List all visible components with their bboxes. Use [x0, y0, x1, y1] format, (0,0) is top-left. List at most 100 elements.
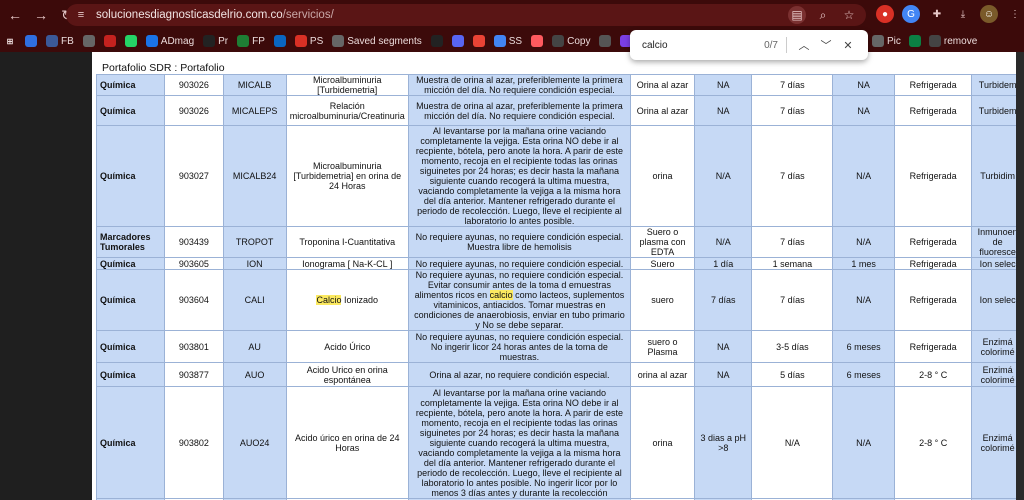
- bookmark-item[interactable]: remove: [928, 35, 977, 47]
- bookmark-favicon-icon: [332, 35, 345, 47]
- download-icon[interactable]: ⤓: [954, 5, 972, 23]
- page-action-icon[interactable]: ▤: [788, 6, 806, 24]
- table-cell: 903027: [164, 125, 224, 227]
- table-cell: Orina al azar, no requiere condición esp…: [407, 362, 632, 387]
- table-cell: Química: [95, 269, 166, 331]
- apps-grid-icon[interactable]: ⊞: [4, 35, 16, 47]
- back-icon[interactable]: ←: [4, 4, 26, 26]
- forward-icon[interactable]: →: [30, 4, 52, 26]
- bookmark-item[interactable]: PS: [294, 35, 324, 47]
- table-cell: 903802: [164, 386, 224, 499]
- bookmark-star-icon[interactable]: ☆: [840, 6, 858, 24]
- table-cell: 7 días: [751, 226, 834, 258]
- bookmark-item[interactable]: Copy: [552, 35, 590, 47]
- bookmark-label: FB: [61, 35, 74, 47]
- bookmark-item[interactable]: FB: [46, 35, 74, 47]
- bookmark-item[interactable]: [25, 35, 37, 47]
- table-cell: NA: [693, 362, 753, 387]
- bookmark-favicon-icon: [451, 35, 464, 47]
- bookmark-label: Saved segments: [347, 35, 422, 47]
- bookmark-favicon-icon: [294, 35, 307, 47]
- bookmark-item[interactable]: [908, 35, 921, 47]
- bookmark-label: Pic: [887, 35, 901, 47]
- bookmark-label: ADmag: [160, 35, 195, 47]
- bookmark-item[interactable]: [82, 35, 95, 47]
- table-cell: MICALEPS: [222, 95, 287, 126]
- table-cell: 903026: [164, 74, 224, 96]
- table-cell: Relación microalbuminuria/Creatinuria: [285, 95, 409, 126]
- table-cell: Refrigerada: [894, 257, 973, 270]
- bookmark-label: PS: [309, 35, 324, 47]
- table-cell: Orina al azar: [630, 74, 695, 96]
- table-cell: Al levantarse por la mañana orine vacian…: [407, 386, 632, 499]
- table-cell: Química: [95, 95, 166, 126]
- avatar[interactable]: ☺: [980, 5, 998, 23]
- table-cell: ION: [222, 257, 287, 270]
- bookmark-item[interactable]: [430, 35, 443, 47]
- menu-icon[interactable]: ⋮: [1006, 5, 1024, 23]
- table-cell: Muestra de orina al azar, preferiblement…: [407, 74, 632, 96]
- table-cell: 6 meses: [832, 330, 896, 363]
- bookmark-favicon-icon: [493, 35, 506, 47]
- bookmark-favicon-icon: [531, 35, 544, 47]
- site-info-icon[interactable]: ≡: [72, 6, 90, 24]
- table-cell: 7 días: [751, 269, 834, 331]
- bookmark-item[interactable]: [451, 35, 464, 47]
- table-cell: NA: [832, 74, 896, 96]
- table-cell: MICALB: [222, 74, 287, 96]
- table-cell: 903026: [164, 95, 224, 126]
- table-cell: NA: [693, 95, 753, 126]
- table-cell: CALI: [222, 269, 287, 331]
- bookmark-item[interactable]: [472, 35, 485, 47]
- bookmark-favicon-icon: [124, 35, 137, 47]
- table-cell: 1 mes: [832, 257, 896, 270]
- close-icon[interactable]: ✕: [837, 34, 859, 56]
- table-cell: N/A: [832, 386, 896, 499]
- table-cell: 3 dias a pH >8: [693, 386, 753, 499]
- bookmark-favicon-icon: [203, 35, 216, 47]
- bookmark-item[interactable]: [273, 35, 286, 47]
- find-match-count: 0/7: [764, 39, 778, 51]
- bookmark-item[interactable]: Pic: [872, 35, 901, 47]
- table-cell: orina al azar: [630, 362, 695, 387]
- table-cell: 7 días: [751, 125, 834, 227]
- chevron-down-icon[interactable]: ﹀: [815, 34, 837, 56]
- table-cell: Química: [95, 74, 166, 96]
- table-cell: 6 meses: [832, 362, 896, 387]
- table-cell: AUO: [222, 362, 287, 387]
- find-highlight: Calcio: [316, 295, 342, 305]
- table-row: Química 903605 ION Ionograma [ Na-K-CL ] No …: [95, 257, 1024, 270]
- table-cell: AU: [222, 330, 287, 363]
- bookmark-favicon-icon: [872, 35, 884, 47]
- table-cell: Refrigerada: [894, 330, 973, 363]
- url-text[interactable]: solucionesdiagnosticasdelrio.com.co/serv…: [96, 9, 334, 21]
- bookmark-item[interactable]: Pr: [203, 35, 228, 47]
- address-bar[interactable]: ≡ solucionesdiagnosticasdelrio.com.co/se…: [66, 4, 866, 26]
- scrollbar[interactable]: [1016, 52, 1024, 500]
- table-cell: 5 días: [751, 362, 834, 387]
- table-cell: 2-8 ° C: [894, 362, 973, 387]
- bookmark-item[interactable]: Saved segments: [332, 35, 422, 47]
- bookmark-item[interactable]: FP: [237, 35, 265, 47]
- chevron-up-icon[interactable]: ︿: [793, 34, 815, 56]
- bookmark-item[interactable]: ADmag: [145, 35, 195, 47]
- table-cell: Refrigerada: [894, 74, 973, 96]
- bookmark-item[interactable]: [531, 35, 544, 47]
- table-row: Química 903026 MICALB Microalbuminuria [Tur…: [95, 74, 1024, 96]
- table-cell: Microalbuminuria [Turbidemetria] en orin…: [285, 125, 409, 227]
- bookmark-item[interactable]: [124, 35, 137, 47]
- bookmark-favicon-icon: [103, 35, 116, 47]
- table-cell: TROPOT: [222, 226, 287, 258]
- bookmark-item[interactable]: [103, 35, 116, 47]
- extension-icon[interactable]: G: [902, 5, 920, 23]
- table-cell: N/A: [832, 269, 896, 331]
- table-cell: Química: [95, 362, 166, 387]
- extensions-puzzle-icon[interactable]: ✚: [928, 5, 946, 23]
- bookmark-item[interactable]: [599, 35, 612, 47]
- bookmark-item[interactable]: SS: [493, 35, 522, 47]
- extension-icon[interactable]: ●: [876, 5, 894, 23]
- find-input[interactable]: calcio: [642, 40, 752, 51]
- zoom-icon[interactable]: ⌕: [814, 6, 832, 24]
- table-cell: 903604: [164, 269, 224, 331]
- divider: [786, 37, 787, 53]
